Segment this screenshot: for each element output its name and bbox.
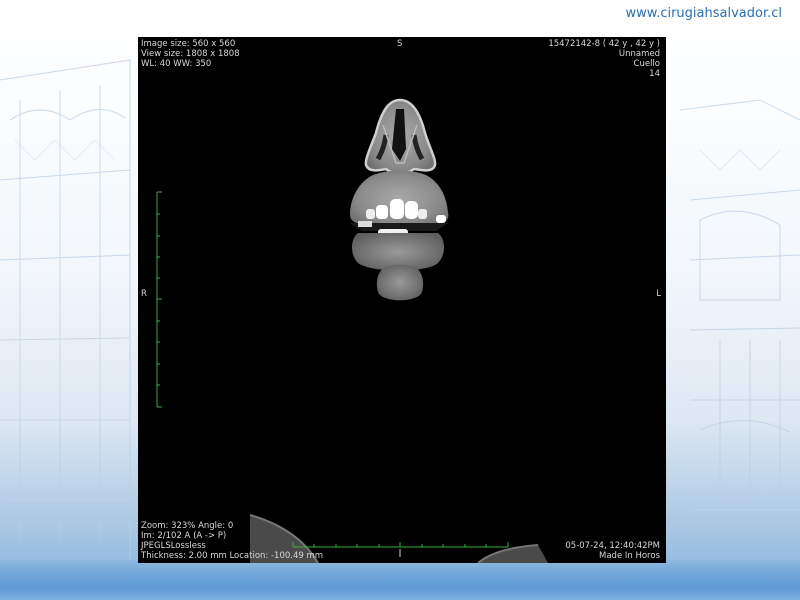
orientation-right-marker: R [141,289,147,299]
image-info-bottom-right: 05-07-24, 12:40:42PM Made In Horos [565,541,660,561]
image-index-label: Im: 2/102 A (A -> P) [141,531,227,541]
software-label: Made In Horos [599,551,660,561]
compression-label: JPEGLSLossless [141,541,206,551]
study-region-label: Cuello [633,59,660,69]
ct-scan-image [156,98,548,563]
patient-info-top-right: 15472142-8 ( 42 y , 42 y ) Unnamed Cuell… [548,39,660,79]
orientation-top-marker: S [397,39,403,49]
presentation-slide: www.cirugiahsalvador.cl Image size: 560 … [0,0,800,600]
window-level-label: WL: 40 WW: 350 [141,59,212,69]
website-url: www.cirugiahsalvador.cl [625,6,782,21]
image-info-bottom-left: Zoom: 323% Angle: 0 Im: 2/102 A (A -> P)… [141,521,323,561]
orientation-left-marker: L [656,289,661,299]
patient-name-label: Unnamed [618,49,660,59]
thickness-location-label: Thickness: 2.00 mm Location: -100.49 mm [141,551,324,561]
zoom-angle-label: Zoom: 323% Angle: 0 [141,521,234,531]
image-info-top-left: Image size: 560 x 560 View size: 1808 x … [141,39,240,69]
series-number-label: 14 [649,69,660,79]
patient-id-label: 15472142-8 ( 42 y , 42 y ) [548,39,660,49]
image-size-label: Image size: 560 x 560 [141,39,236,49]
ct-viewer[interactable]: Image size: 560 x 560 View size: 1808 x … [138,37,666,563]
view-size-label: View size: 1808 x 1808 [141,49,240,59]
bottom-blue-band [0,560,800,600]
timestamp-label: 05-07-24, 12:40:42PM [565,541,660,551]
